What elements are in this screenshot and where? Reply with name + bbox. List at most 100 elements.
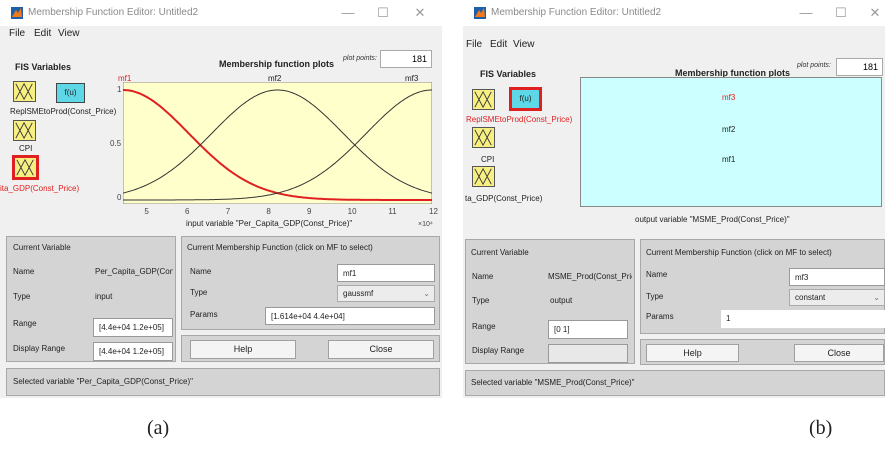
system-box-label: f(u) (519, 94, 532, 103)
title-bar: Membership Function Editor: Untitled2 — … (0, 0, 442, 26)
range-input[interactable]: [4.4e+04 1.2e+05] (93, 318, 173, 337)
mf-type-select[interactable]: gaussmf ⌄ (337, 285, 435, 302)
plot-points-input[interactable] (836, 58, 883, 76)
display-range-label: Display Range (13, 344, 66, 353)
current-mf-title: Current Membership Function (click on MF… (187, 243, 373, 252)
menu-bar: File Edit View (463, 37, 885, 53)
mf-params-label: Params (646, 312, 674, 321)
mf2-label[interactable]: mf2 (722, 125, 735, 134)
status-panel: Selected variable "MSME_Prod(Const_Price… (465, 370, 885, 396)
x-tick: 11 (388, 207, 397, 216)
mf-editor-window-output: Membership Function Editor: Untitled2 — … (463, 0, 885, 398)
input-variable-icon[interactable] (472, 89, 495, 110)
menu-view[interactable]: View (58, 28, 80, 39)
input-variable-icon[interactable] (472, 166, 495, 187)
current-mf-panel: Current Membership Function (click on MF… (640, 239, 885, 334)
selected-output-system-box[interactable]: f(u) (509, 87, 542, 111)
type-label: Type (472, 296, 490, 305)
help-button[interactable]: Help (190, 340, 296, 359)
window-title: Membership Function Editor: Untitled2 (491, 7, 662, 18)
close-window-button[interactable]: ✕ (398, 3, 442, 23)
x-tick: 12 (429, 207, 438, 216)
name-label: Name (13, 267, 35, 276)
current-variable-title: Current Variable (13, 243, 71, 252)
current-variable-panel: Current Variable Name MSME_Prod(Const_Pr… (465, 239, 635, 364)
variable-name-value: Per_Capita_GDP(Const_Price) (95, 267, 173, 276)
variable-label-overlap: ReplSMEtoProd(Const_Price) (466, 115, 573, 124)
x-tick: 6 (185, 207, 190, 216)
close-window-button[interactable]: ✕ (853, 3, 885, 23)
range-label: Range (13, 319, 37, 328)
mf3-label[interactable]: mf3 (722, 93, 735, 102)
menu-file[interactable]: File (9, 28, 25, 39)
input-variable-icon[interactable] (472, 127, 495, 148)
fis-variables-title: FIS Variables (480, 69, 537, 79)
x-axis-label: input variable "Per_Capita_GDP(Const_Pri… (186, 219, 353, 228)
variable-label-cpi: CPI (19, 144, 33, 153)
title-bar: Membership Function Editor: Untitled2 — … (463, 0, 885, 26)
status-text: Selected variable "Per_Capita_GDP(Const_… (13, 377, 193, 386)
plot-points-label: plot points: (343, 55, 377, 62)
system-box-label: f(u) (64, 88, 77, 97)
status-panel: Selected variable "Per_Capita_GDP(Const_… (6, 368, 440, 396)
window-title: Membership Function Editor: Untitled2 (28, 7, 199, 18)
mf1-label[interactable]: mf1 (722, 155, 735, 164)
membership-function-plot[interactable] (123, 82, 432, 204)
mf-params-input[interactable]: [1.614e+04 4.4e+04] (265, 307, 435, 325)
x-tick: 9 (307, 207, 312, 216)
status-text: Selected variable "MSME_Prod(Const_Price… (471, 378, 635, 387)
plot-points-input[interactable] (380, 50, 432, 68)
mf-name-label: Name (646, 270, 668, 279)
mf-params-input[interactable]: 1 (721, 310, 885, 328)
mf-type-value: gaussmf (343, 289, 374, 298)
menu-edit[interactable]: Edit (34, 28, 51, 39)
menu-edit[interactable]: Edit (490, 39, 507, 50)
fis-system-box[interactable]: f(u) (56, 83, 85, 103)
variable-type-value: input (95, 292, 113, 301)
input-variable-icon[interactable] (13, 81, 36, 102)
plot-area (123, 82, 432, 204)
x-exponent: ×10⁴ (418, 221, 433, 228)
variable-label-overlap: ReplSMEtoProd(Const_Price) (10, 107, 117, 116)
name-label: Name (472, 272, 494, 281)
menu-view[interactable]: View (513, 39, 535, 50)
mf-name-input[interactable]: mf3 (789, 268, 885, 286)
x-tick: 10 (347, 207, 357, 216)
menu-bar: File Edit View (0, 26, 442, 42)
y-tick: 0 (117, 193, 122, 202)
close-button[interactable]: Close (794, 344, 884, 362)
output-mf-plot[interactable]: mf3 mf2 mf1 (580, 77, 882, 207)
range-label: Range (472, 322, 496, 331)
close-button[interactable]: Close (328, 340, 434, 359)
variable-label-cpi: CPI (481, 155, 495, 164)
display-range-input[interactable] (548, 344, 628, 363)
selected-input-variable-icon[interactable] (12, 155, 39, 180)
caption-b: (b) (809, 417, 833, 439)
menu-file[interactable]: File (466, 39, 482, 50)
y-tick: 0.5 (110, 139, 122, 148)
mf-type-label: Type (646, 292, 664, 301)
current-mf-title: Current Membership Function (click on MF… (646, 248, 832, 257)
variable-type-value: output (550, 296, 573, 305)
mf-type-select[interactable]: constant ⌄ (789, 289, 885, 306)
mf-type-value: constant (795, 293, 826, 302)
display-range-input[interactable]: [4.4e+04 1.2e+05] (93, 342, 173, 361)
mf-params-label: Params (190, 310, 218, 319)
variable-label-input: ta_GDP(Const_Price) (465, 194, 543, 203)
current-mf-panel: Current Membership Function (click on MF… (181, 236, 440, 330)
display-range-label: Display Range (472, 346, 525, 355)
help-button[interactable]: Help (646, 344, 739, 362)
input-variable-icon[interactable] (13, 120, 36, 141)
x-tick: 7 (225, 207, 231, 216)
button-panel: Help Close (181, 335, 440, 362)
y-tick: 1 (117, 85, 122, 94)
button-panel: Help Close (640, 339, 885, 365)
variable-label-selected: ita_GDP(Const_Price) (0, 184, 80, 193)
range-input[interactable]: [0 1] (548, 320, 628, 339)
x-tick: 8 (266, 207, 271, 216)
mf-name-input[interactable]: mf1 (337, 264, 435, 282)
chevron-down-icon: ⌄ (423, 289, 430, 298)
matlab-logo-icon (474, 7, 486, 19)
fis-variables-title: FIS Variables (15, 62, 72, 72)
type-label: Type (13, 292, 31, 301)
